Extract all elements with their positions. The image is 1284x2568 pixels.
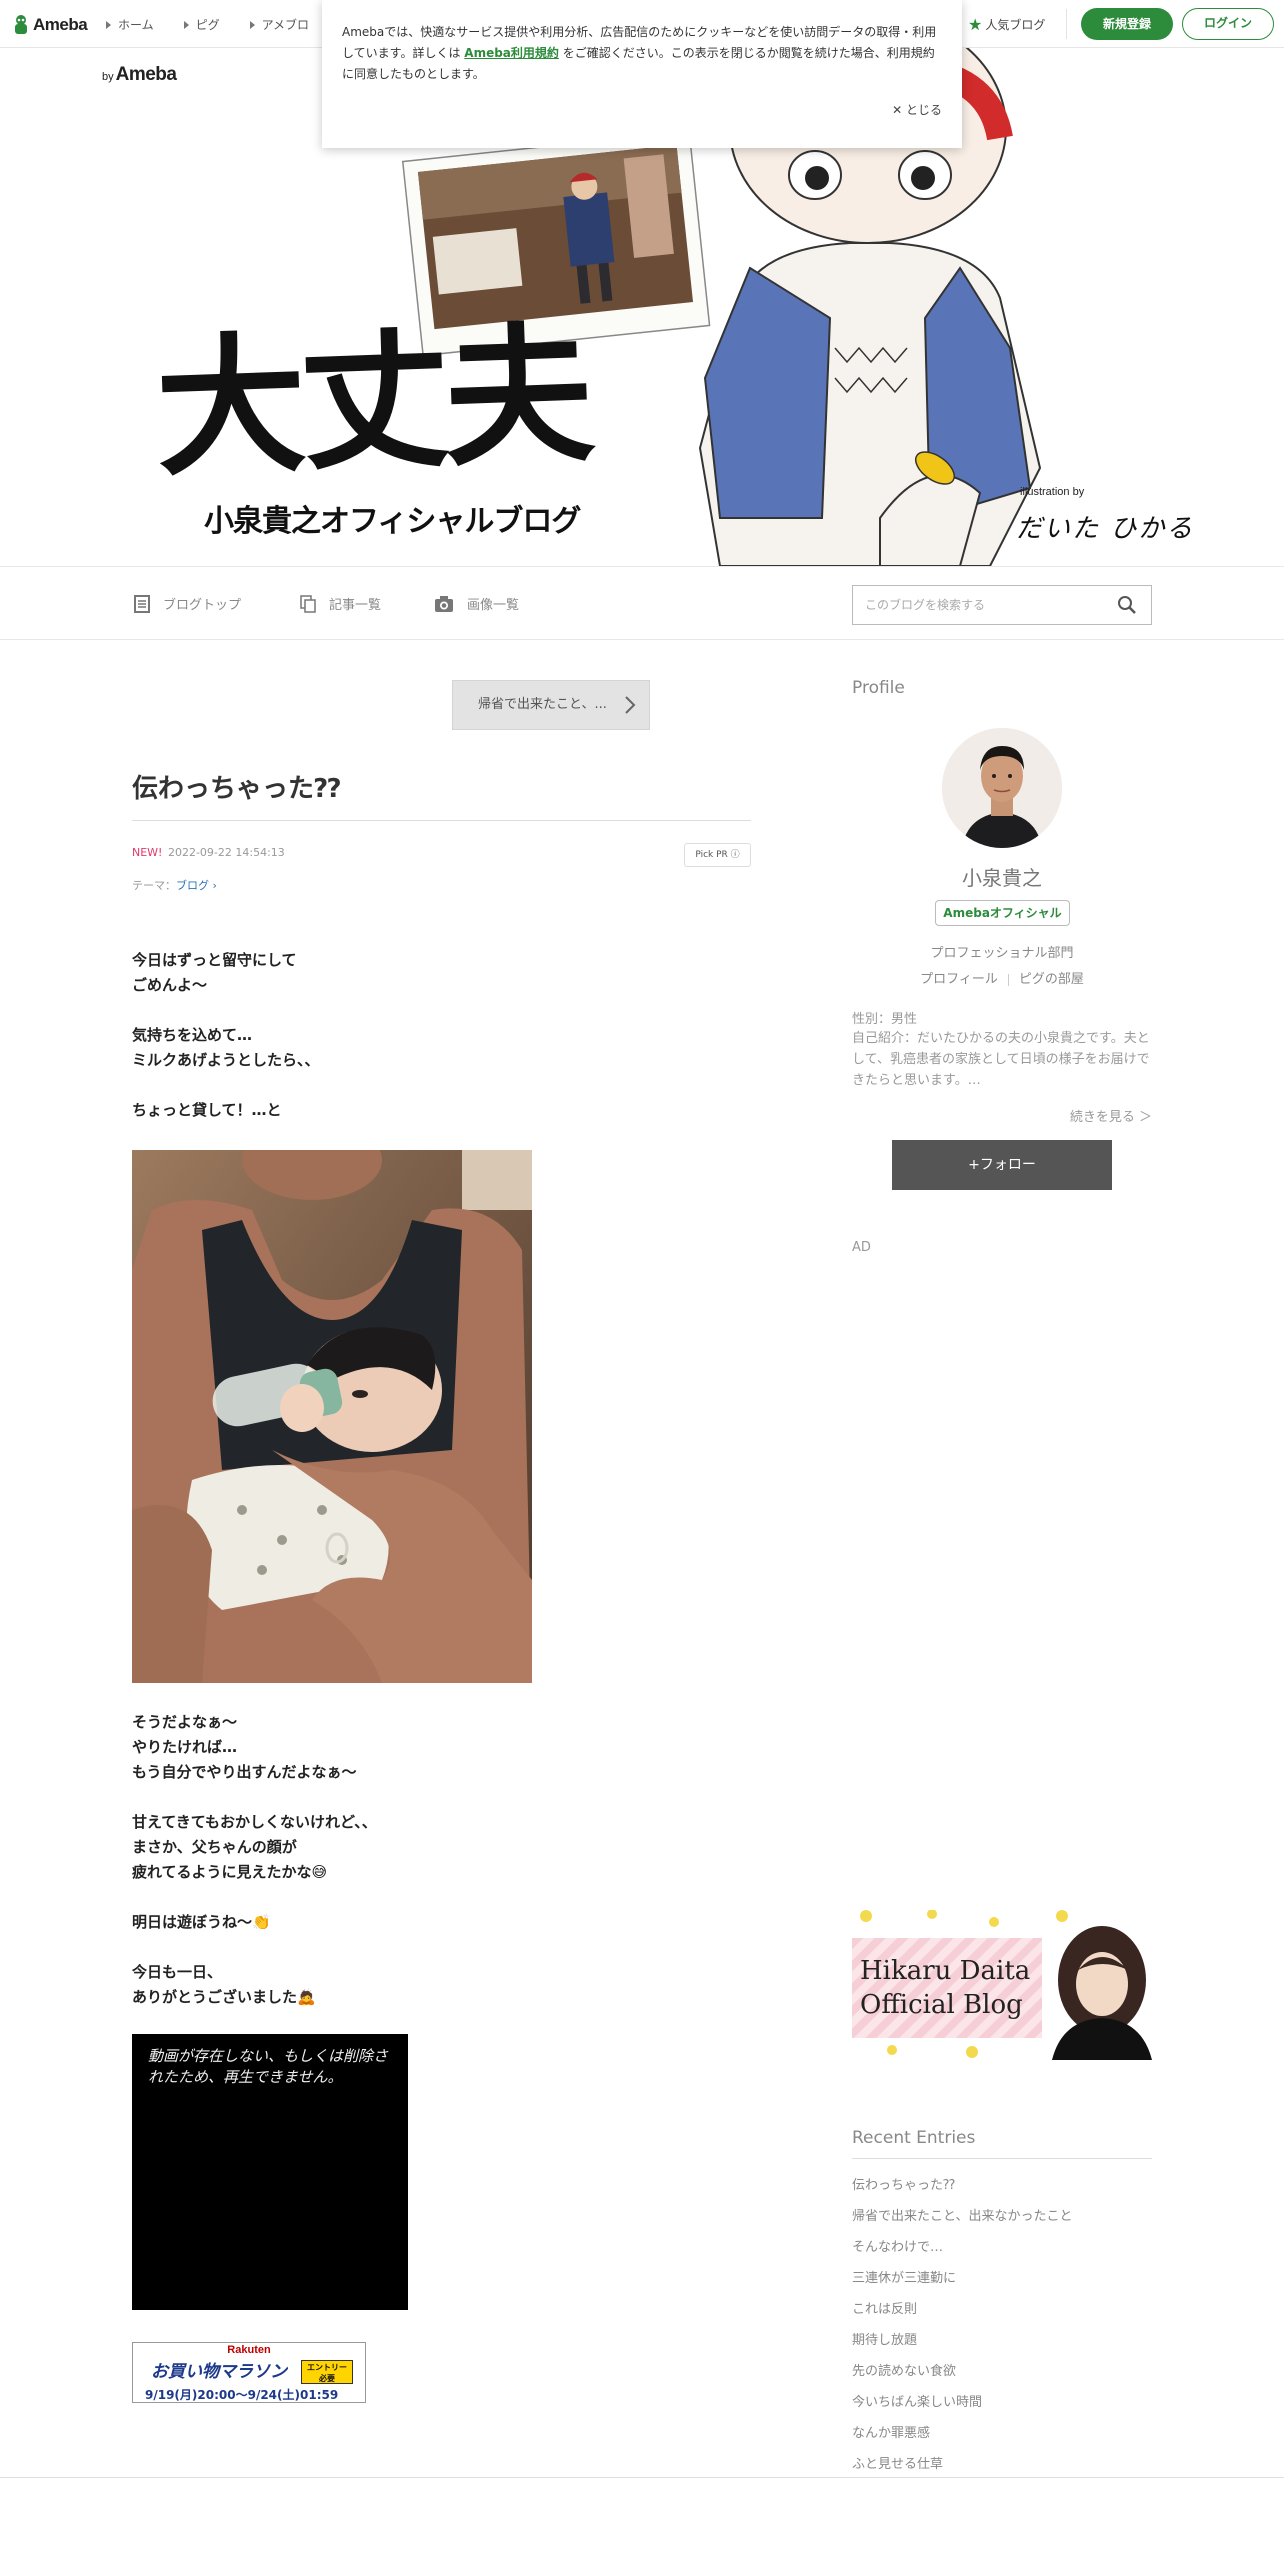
menu-entry-list-label: 記事一覧 [329,598,382,613]
illustration-credit: illustration by [1020,486,1085,498]
baby-feeding-photo [132,1150,532,1683]
read-more-link[interactable]: 続きを見る ＞ [852,1106,1152,1125]
camera-icon [435,595,453,612]
chevron-right-icon [625,696,636,714]
ad-label: AD [852,1240,871,1255]
previous-entry-label: 帰省で出来たこと、... [478,697,607,712]
rakuten-banner[interactable]: Rakuten お買い物マラソン エントリー 必要 9/19(月)20:00〜9… [132,2342,366,2403]
search-icon[interactable] [1117,595,1137,615]
divider [132,820,751,821]
ameba-logo[interactable]: Ameba [12,12,88,38]
hikaru-daita-blog-banner[interactable]: Hikaru Daita Official Blog [852,1910,1152,2060]
avatar[interactable] [942,728,1062,848]
triangle-right-icon [183,20,189,29]
menu-entry-list[interactable]: 記事一覧 [300,594,381,613]
header-title: 大丈夫 [153,308,591,498]
banner-title-line2: Official Blog [860,1990,1023,2020]
banner-stripe [852,1938,1042,2038]
blog-menu: ブログトップ 記事一覧 画像一覧 このブログを検索する [0,566,1284,640]
entry-meta: NEW! 2022-09-22 14:54:13 [132,846,285,859]
rakuten-campaign-name: お買い物マラソン [151,2362,287,2382]
banner-title-line1: Hikaru Daita [860,1956,1031,1986]
rakuten-dates: 9/19(月)20:00〜9/24(土)01:59 [145,2388,339,2402]
recent-entry-link[interactable]: 帰省で出来たこと、出来なかったこと [852,2205,1072,2224]
recent-entry-link[interactable]: これは反則 [852,2298,917,2317]
login-button[interactable]: ログイン [1182,8,1274,40]
profile-links: プロフィール ピグの部屋 [852,968,1152,987]
video-player[interactable]: 動画が存在しない、もしくは削除されたため、再生できません。 [132,2034,408,2310]
recent-entry-link[interactable]: ふと見せる仕草 [852,2453,943,2472]
theme-link-label: ブログ [176,879,209,892]
theme-link[interactable]: ブログ › [176,879,217,892]
divider [1007,973,1009,986]
popular-blog-label: 人気ブログ [985,18,1046,32]
profile-gender: 性別：男性 [852,1012,918,1027]
pick-pr-button[interactable]: Pick PR ⓘ [684,843,751,867]
profile-intro: 自己紹介：だいたひかるの夫の小泉貴之です。夫として、乳癌患者の家族として日頃の様… [852,1031,1150,1088]
profile-link[interactable]: プロフィール [920,972,998,987]
new-badge: NEW! [132,846,163,859]
menu-blog-top[interactable]: ブログトップ [134,594,241,613]
cookie-close-button[interactable]: ✕ とじる [892,100,942,121]
recent-entry-link[interactable]: なんか罪悪感 [852,2422,930,2441]
cookie-consent-banner: Amebaでは、快適なサービス提供や利用分析、広告配信のためにクッキーなどを使い… [322,0,962,148]
nav-home[interactable]: ホーム [106,16,154,33]
profile-name[interactable]: 小泉貴之 [852,862,1152,891]
star-icon: ★ [968,15,983,34]
nav-home-label: ホーム [118,18,154,32]
nav-ameblo[interactable]: アメブロ [249,16,310,33]
global-nav: ホーム ピグ アメブロ [106,16,339,33]
nav-pig-label: ピグ [195,18,220,32]
blog-search-input[interactable]: このブログを検索する [852,585,1152,625]
divider [852,2158,1152,2159]
menu-image-list-label: 画像一覧 [467,598,520,613]
illustrator-signature: だいた ひかる [1016,514,1195,544]
header-subtitle: 小泉貴之オフィシャルブログ [204,504,581,539]
entry-body-paragraph: 今日はずっと留守にして ごめんよ〜 気持ちを込めて… ミルクあげようとしたら、、… [132,951,320,1119]
rakuten-entry-badge: エントリー 必要 [301,2360,353,2384]
register-button[interactable]: 新規登録 [1081,8,1173,40]
divider [1066,9,1067,39]
triangle-right-icon [249,20,255,29]
ameba-logo-text: Ameba [33,15,88,34]
entry-datetime: 2022-09-22 14:54:13 [167,846,285,859]
triangle-right-icon [106,20,111,29]
recent-entry-link[interactable]: 伝わっちゃった⁇ [852,2174,955,2193]
profile-photo [942,728,1062,848]
ameba-mascot-icon [15,15,27,34]
theme-label: テーマ： [132,879,176,892]
recent-entry-link[interactable]: 今いちばん楽しい時間 [852,2391,982,2410]
pig-room-link[interactable]: ピグの部屋 [1019,972,1084,987]
footer-divider [0,2477,1284,2478]
nav-ameblo-label: アメブロ [261,18,310,32]
terms-link[interactable]: Ameba利用規約 [464,46,559,60]
follow-button[interactable]: +フォロー [892,1140,1112,1190]
nav-pig[interactable]: ピグ [183,16,220,33]
recent-entry-link[interactable]: 先の読めない食欲 [852,2360,956,2379]
profile-division: プロフェッショナル部門 [930,946,1074,961]
entry-theme: テーマ：ブログ › [132,877,217,893]
entry-body-paragraph: そうだよなぁ〜 やりたければ… もう自分でやり出すんだよなぁ〜 甘えてきてもおか… [132,1713,377,2006]
menu-image-list[interactable]: 画像一覧 [434,594,519,613]
document-icon [134,594,150,613]
official-badge: Amebaオフィシャル [935,900,1070,926]
rakuten-logo: Rakuten [227,2344,271,2356]
recent-entry-link[interactable]: 期待し放題 [852,2329,917,2348]
recent-entry-link[interactable]: そんなわけで… [852,2236,943,2255]
recent-entries-heading: Recent Entries [852,2128,976,2148]
copy-icon [300,594,316,613]
profile-heading: Profile [852,678,905,698]
recent-entry-link[interactable]: 三連休が三連勤に [852,2267,956,2286]
popular-blog-link[interactable]: ★ 人気ブログ [968,15,1045,34]
entry-title: 伝わっちゃった⁇ [132,774,341,804]
menu-blog-top-label: ブログトップ [163,598,242,613]
previous-entry-link[interactable]: 帰省で出来たこと、... [452,680,650,730]
entry-photo[interactable] [132,1150,532,1683]
video-error-message: 動画が存在しない、もしくは削除されたため、再生できません。 [148,2047,389,2086]
